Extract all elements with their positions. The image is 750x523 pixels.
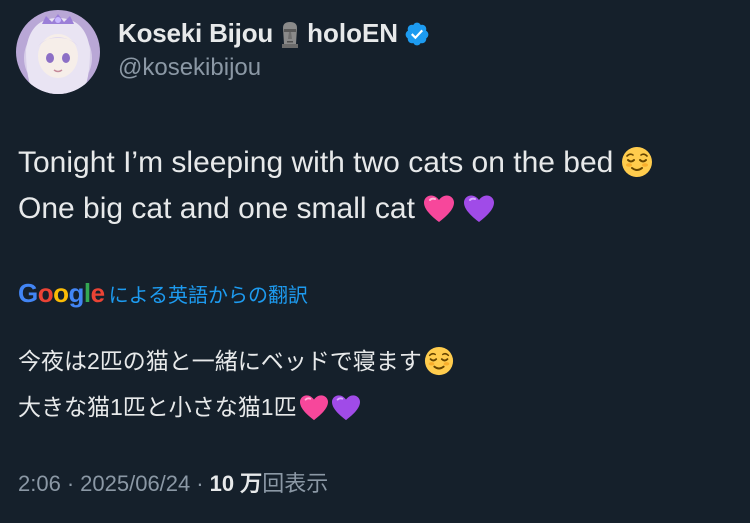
meta-separator: · — [196, 471, 204, 496]
translated-text: 今夜は2匹の猫と一緒にベッドで寝ます 大きな猫1匹と小さな猫1匹 — [18, 338, 454, 430]
avatar-image — [16, 10, 100, 94]
tweet-text: Tonight I’m sleeping with two cats on th… — [18, 140, 653, 232]
display-name: Koseki Bijou — [118, 18, 274, 48]
author-name-row[interactable]: Koseki Bijou holoEN — [118, 18, 430, 49]
verified-badge-icon[interactable] — [404, 21, 430, 47]
translated-line-2-text: 大きな猫1匹と小さな猫1匹 — [18, 394, 297, 420]
translated-line-1: 今夜は2匹の猫と一緒にベッドで寝ます — [18, 338, 454, 384]
pink-heart-emoji — [299, 394, 329, 422]
tweet-line-2-text: One big cat and one small cat — [18, 192, 415, 225]
translated-line-2: 大きな猫1匹と小さな猫1匹 — [18, 384, 454, 430]
views-label: 回表示 — [262, 471, 329, 496]
moai-icon — [279, 20, 301, 48]
tweet-line-2: One big cat and one small cat — [18, 186, 653, 232]
tweet-date[interactable]: 2025/06/24 — [80, 471, 190, 496]
tweet-meta: 2:06 · 2025/06/24 · 10 万回表示 — [18, 466, 328, 498]
tweet-time[interactable]: 2:06 — [18, 471, 61, 496]
org-name: holoEN — [307, 18, 399, 48]
purple-heart-emoji — [463, 194, 495, 224]
meta-separator: · — [66, 471, 75, 496]
handle[interactable]: @kosekibijou — [118, 54, 261, 82]
tweet-line-1: Tonight I’m sleeping with two cats on th… — [18, 140, 653, 186]
translation-label: による英語からの翻訳 — [108, 285, 309, 307]
relieved-face-emoji — [621, 146, 653, 178]
google-logo: Google — [18, 278, 105, 308]
views-count: 10 万 — [209, 471, 263, 496]
translated-line-1-text: 今夜は2匹の猫と一緒にベッドで寝ます — [18, 348, 422, 374]
tweet-line-1-text: Tonight I’m sleeping with two cats on th… — [18, 146, 614, 179]
avatar[interactable] — [16, 10, 100, 94]
translation-attribution[interactable]: Google による英語からの翻訳 — [18, 278, 308, 309]
relieved-face-emoji — [424, 346, 454, 376]
pink-heart-emoji — [423, 194, 455, 224]
purple-heart-emoji — [331, 394, 361, 422]
